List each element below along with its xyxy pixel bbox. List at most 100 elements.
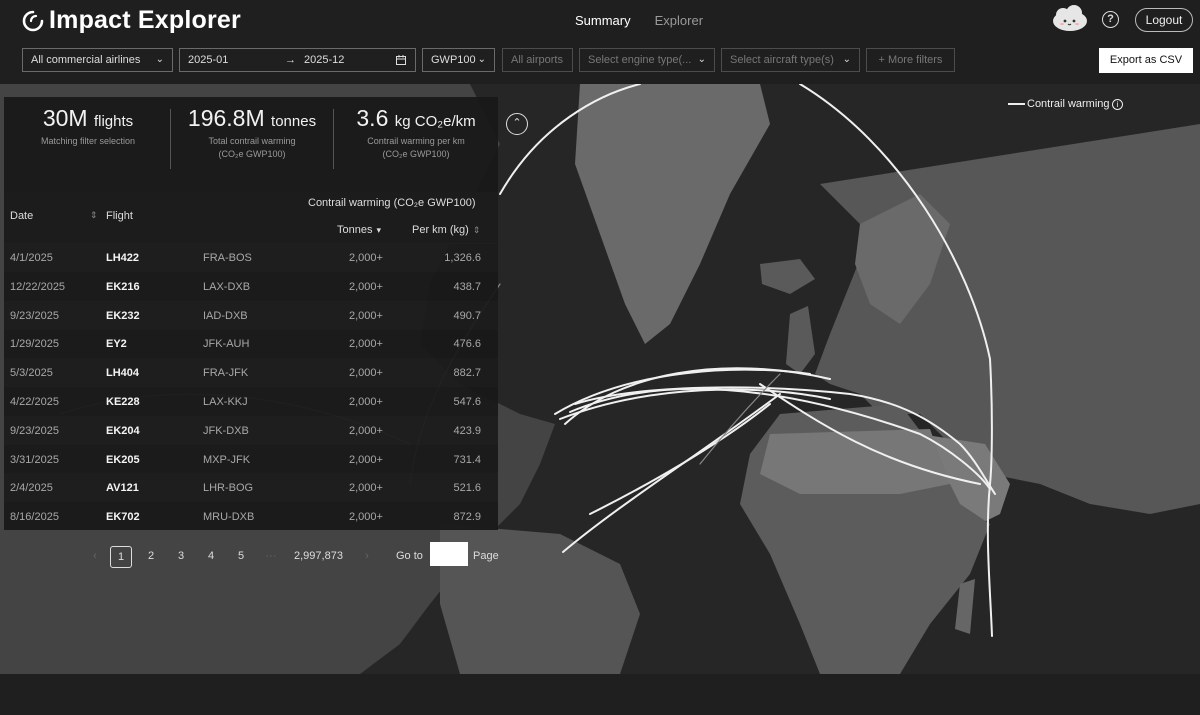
page-3-button[interactable]: 3 — [170, 546, 192, 568]
app-logo[interactable]: Impact Explorer — [22, 6, 241, 35]
collapse-panel-button[interactable]: ⌃ — [506, 113, 528, 135]
cell-flight: EK205 — [106, 453, 140, 466]
results-panel: 30M flights Matching filter selection 19… — [4, 97, 498, 530]
airline-select[interactable]: All commercial airlines ⌄ — [22, 48, 173, 72]
stat-number: 30M — [42, 105, 88, 131]
chevron-up-icon: ⌃ — [512, 117, 522, 129]
app-title: Impact Explorer — [49, 6, 241, 34]
cell-flight: EK232 — [106, 309, 140, 322]
sahara-region — [760, 429, 950, 494]
cell-route: LAX-KKJ — [203, 396, 248, 408]
map-legend: Contrail warming i — [1001, 90, 1128, 118]
sort-desc-icon[interactable]: ▾ — [376, 225, 381, 235]
nav-explorer[interactable]: Explorer — [655, 13, 703, 28]
cell-route: FRA-BOS — [203, 252, 252, 264]
goto-label: Go to — [396, 550, 423, 562]
avatar-cloud-icon[interactable] — [1050, 4, 1090, 34]
cell-date: 9/23/2025 — [10, 309, 59, 322]
cell-date: 2/4/2025 — [10, 482, 53, 495]
cell-route: FRA-JFK — [203, 367, 249, 380]
col-perkm-label: Per km (kg) — [412, 224, 469, 236]
table-row[interactable]: 2/4/2025 AV121 LHR-BOG 2,000+ 521.6 — [4, 473, 498, 502]
cell-flight: LH404 — [106, 367, 140, 380]
cell-route: MRU-DXB — [203, 511, 255, 524]
pagination: ‹ 1 2 3 4 5 ··· 2,997,873 › Go to Page — [84, 542, 504, 568]
table-row[interactable]: 3/31/2025 EK205 MXP-JFK 2,000+ 731.4 — [4, 445, 498, 474]
date-range-picker[interactable]: 2025-01 → 2025-12 — [179, 48, 416, 72]
table-row[interactable]: 9/23/2025 EK204 JFK-DXB 2,000+ 423.9 — [4, 416, 498, 445]
cell-tonnes: 2,000+ — [349, 511, 383, 524]
chevron-down-icon: ⌄ — [697, 54, 706, 65]
cell-flight: EY2 — [106, 338, 127, 351]
page-label: Page — [473, 550, 499, 562]
page-5-button[interactable]: 5 — [230, 546, 252, 568]
nav-summary[interactable]: Summary — [575, 13, 631, 28]
col-tonnes[interactable]: Tonnes ▾ — [337, 224, 381, 236]
sort-icon[interactable]: ⇕ — [90, 210, 98, 221]
table-row[interactable]: 5/3/2025 LH404 FRA-JFK 2,000+ 882.7 — [4, 358, 498, 387]
divider — [333, 109, 334, 169]
more-pages-ellipsis[interactable]: ··· — [260, 546, 282, 568]
engine-type-select[interactable]: Select engine type(... ⌄ — [579, 48, 715, 72]
chevron-down-icon: ⌄ — [477, 54, 486, 65]
cell-date: 4/1/2025 — [10, 252, 53, 264]
prev-page-button[interactable]: ‹ — [84, 546, 106, 568]
stat-flights: 30M flights Matching filter selection — [10, 105, 166, 148]
next-page-button[interactable]: › — [356, 546, 378, 568]
cell-date: 1/29/2025 — [10, 338, 59, 351]
cell-flight: KE228 — [106, 396, 140, 408]
more-filters-button[interactable]: + More filters — [866, 48, 955, 72]
date-to-value: 2025-12 — [304, 54, 345, 66]
stat-number: 3.6 — [356, 105, 389, 131]
calendar-icon — [396, 55, 406, 65]
more-filters-label: + More filters — [878, 54, 943, 66]
col-flight[interactable]: Flight — [106, 210, 133, 222]
cell-route: LAX-DXB — [203, 280, 251, 293]
cell-tonnes: 2,000+ — [349, 396, 383, 408]
chevron-down-icon: ⌄ — [155, 54, 164, 65]
cell-route: JFK-DXB — [203, 424, 249, 437]
col-date[interactable]: Date ⇕ — [10, 210, 98, 222]
aircraft-type-placeholder: Select aircraft type(s) — [730, 54, 834, 66]
page-1-button[interactable]: 1 — [110, 546, 132, 568]
info-icon[interactable]: i — [1112, 99, 1123, 110]
cell-tonnes: 2,000+ — [349, 424, 383, 437]
logout-button[interactable]: Logout — [1135, 8, 1193, 32]
metric-select-label: GWP100 — [431, 54, 476, 66]
cell-tonnes: 2,000+ — [349, 309, 383, 322]
cell-perkm: 731.4 — [453, 453, 481, 466]
table-row[interactable]: 12/22/2025 EK216 LAX-DXB 2,000+ 438.7 — [4, 272, 498, 301]
airline-select-label: All commercial airlines — [31, 54, 141, 66]
metric-select[interactable]: GWP100 ⌄ — [422, 48, 495, 72]
aircraft-type-select[interactable]: Select aircraft type(s) ⌄ — [721, 48, 860, 72]
help-icon[interactable]: ? — [1102, 11, 1119, 28]
page-4-button[interactable]: 4 — [200, 546, 222, 568]
stat-unit: flights — [93, 113, 134, 130]
table-row[interactable]: 4/1/2025 LH422 FRA-BOS 2,000+ 1,326.6 — [4, 243, 498, 272]
cell-date: 5/3/2025 — [10, 367, 53, 380]
stat-caption: Matching filter selection — [40, 136, 136, 146]
main-nav: Summary Explorer — [575, 13, 703, 28]
table-row[interactable]: 9/23/2025 EK232 IAD-DXB 2,000+ 490.7 — [4, 301, 498, 330]
page-2-button[interactable]: 2 — [140, 546, 162, 568]
table-row[interactable]: 1/29/2025 EY2 JFK-AUH 2,000+ 476.6 — [4, 329, 498, 358]
sort-icon[interactable]: ⇕ — [473, 225, 481, 235]
goto-page-input[interactable] — [430, 542, 468, 566]
stat-caption-unit: (CO₂e GWP100) — [218, 149, 286, 159]
last-page-button[interactable]: 2,997,873 — [294, 546, 343, 568]
cell-tonnes: 2,000+ — [349, 252, 383, 264]
export-csv-button[interactable]: Export as CSV — [1099, 48, 1193, 73]
legend-swatch — [1008, 103, 1025, 105]
cell-perkm: 547.6 — [453, 396, 481, 408]
stat-caption: Total contrail warming — [208, 136, 296, 146]
cell-perkm: 438.7 — [453, 280, 481, 293]
col-perkm[interactable]: Per km (kg) ⇕ — [412, 224, 480, 236]
stat-value: 3.6 kg CO₂e/km — [337, 105, 495, 132]
stat-total-warming: 196.8M tonnes Total contrail warming (CO… — [174, 105, 330, 161]
cell-flight: EK216 — [106, 280, 140, 293]
cell-tonnes: 2,000+ — [349, 482, 383, 495]
table-row[interactable]: 4/22/2025 KE228 LAX-KKJ 2,000+ 547.6 — [4, 387, 498, 416]
airports-select[interactable]: All airports — [502, 48, 573, 72]
table-row[interactable]: 8/16/2025 EK702 MRU-DXB 2,000+ 872.9 — [4, 502, 498, 531]
cell-tonnes: 2,000+ — [349, 338, 383, 351]
